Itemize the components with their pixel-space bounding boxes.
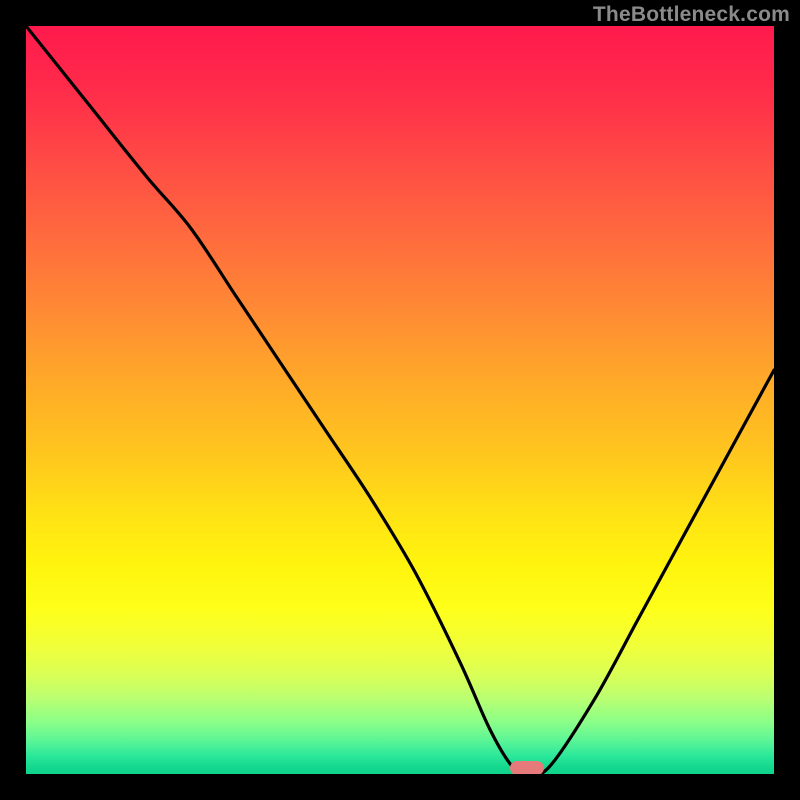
bottleneck-curve [26,26,774,774]
watermark-text: TheBottleneck.com [593,3,790,27]
chart-frame: TheBottleneck.com [0,0,800,800]
optimal-marker [510,761,544,774]
plot-area [26,26,774,774]
